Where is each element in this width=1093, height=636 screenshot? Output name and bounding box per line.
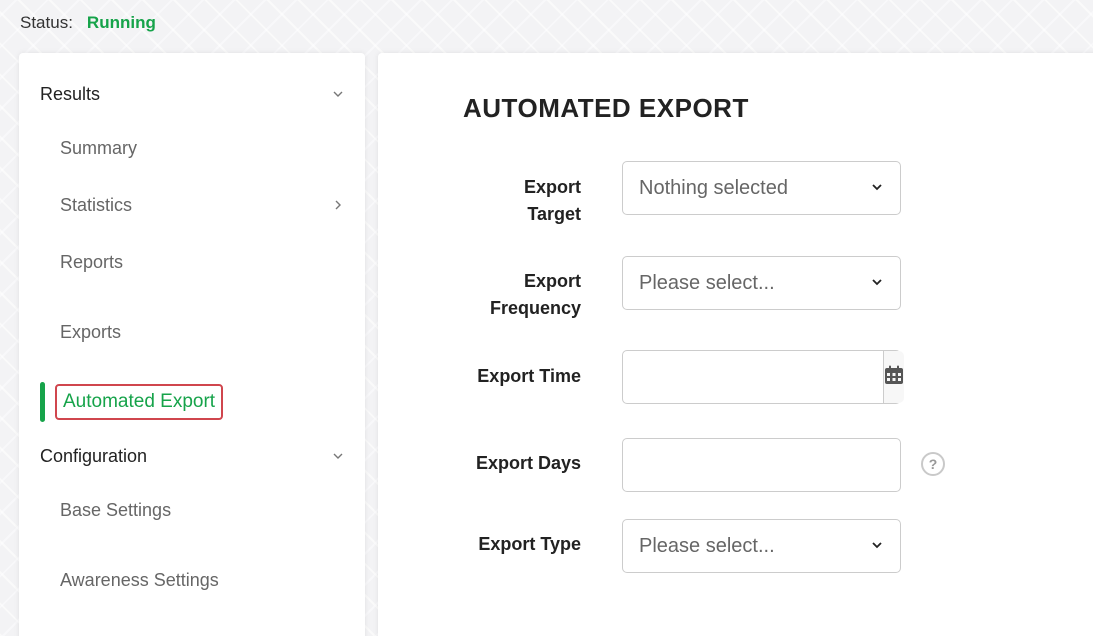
sidebar-item-automated-export[interactable]: Automated Export bbox=[55, 384, 224, 420]
sidebar: Results Summary Statistics Reports Expor… bbox=[19, 53, 365, 636]
sidebar-item-label: Exports bbox=[60, 321, 122, 342]
sidebar-item-label: Reports bbox=[60, 251, 124, 272]
chevron-down-icon bbox=[870, 535, 884, 558]
sidebar-item-label: Summary bbox=[60, 137, 138, 158]
calendar-icon bbox=[884, 365, 904, 390]
status-bar: Status: Running bbox=[20, 13, 156, 33]
chevron-right-icon bbox=[331, 198, 345, 212]
sidebar-item-summary[interactable]: Summary bbox=[60, 133, 345, 163]
export-target-value: Nothing selected bbox=[639, 176, 788, 199]
chevron-down-icon bbox=[870, 272, 884, 295]
sidebar-item-reports[interactable]: Reports bbox=[60, 247, 345, 277]
export-time-group bbox=[622, 350, 904, 404]
sidebar-item-base-settings[interactable]: Base Settings bbox=[60, 495, 345, 525]
chevron-down-icon bbox=[331, 449, 345, 463]
main-panel: AUTOMATED EXPORT Export Target Nothing s… bbox=[378, 53, 1093, 636]
sidebar-section-configuration[interactable]: Configuration bbox=[40, 441, 345, 471]
sidebar-item-exports[interactable]: Exports bbox=[60, 317, 345, 347]
export-target-select[interactable]: Nothing selected bbox=[622, 161, 901, 215]
sidebar-section-label: Results bbox=[40, 83, 101, 104]
calendar-button[interactable] bbox=[883, 351, 904, 403]
export-frequency-value: Please select... bbox=[639, 271, 775, 294]
sidebar-item-statistics[interactable]: Statistics bbox=[60, 190, 345, 220]
sidebar-section-results[interactable]: Results bbox=[40, 79, 345, 109]
export-frequency-select[interactable]: Please select... bbox=[622, 256, 901, 310]
export-target-label: Export Target bbox=[523, 177, 581, 224]
export-type-select[interactable]: Please select... bbox=[622, 519, 901, 573]
active-indicator bbox=[40, 382, 45, 422]
sidebar-item-label: Base Settings bbox=[60, 499, 172, 520]
status-label: Status: bbox=[20, 13, 73, 32]
export-frequency-label: Export Frequency bbox=[489, 271, 581, 318]
export-days-label: Export Days bbox=[475, 453, 581, 473]
sidebar-item-awareness-settings[interactable]: Awareness Settings bbox=[60, 565, 345, 595]
export-type-value: Please select... bbox=[639, 534, 775, 557]
export-days-input[interactable] bbox=[622, 438, 901, 492]
status-value: Running bbox=[86, 13, 156, 32]
chevron-down-icon bbox=[870, 177, 884, 200]
help-icon[interactable]: ? bbox=[921, 452, 945, 476]
sidebar-section-label: Configuration bbox=[40, 445, 148, 466]
chevron-down-icon bbox=[331, 87, 345, 101]
page-title: AUTOMATED EXPORT bbox=[463, 93, 749, 123]
export-time-input[interactable] bbox=[623, 351, 883, 403]
export-time-label: Export Time bbox=[477, 366, 581, 386]
sidebar-item-label: Statistics bbox=[60, 194, 133, 215]
export-type-label: Export Type bbox=[478, 534, 581, 554]
sidebar-item-label: Automated Export bbox=[63, 391, 216, 412]
sidebar-item-label: Awareness Settings bbox=[60, 569, 219, 590]
